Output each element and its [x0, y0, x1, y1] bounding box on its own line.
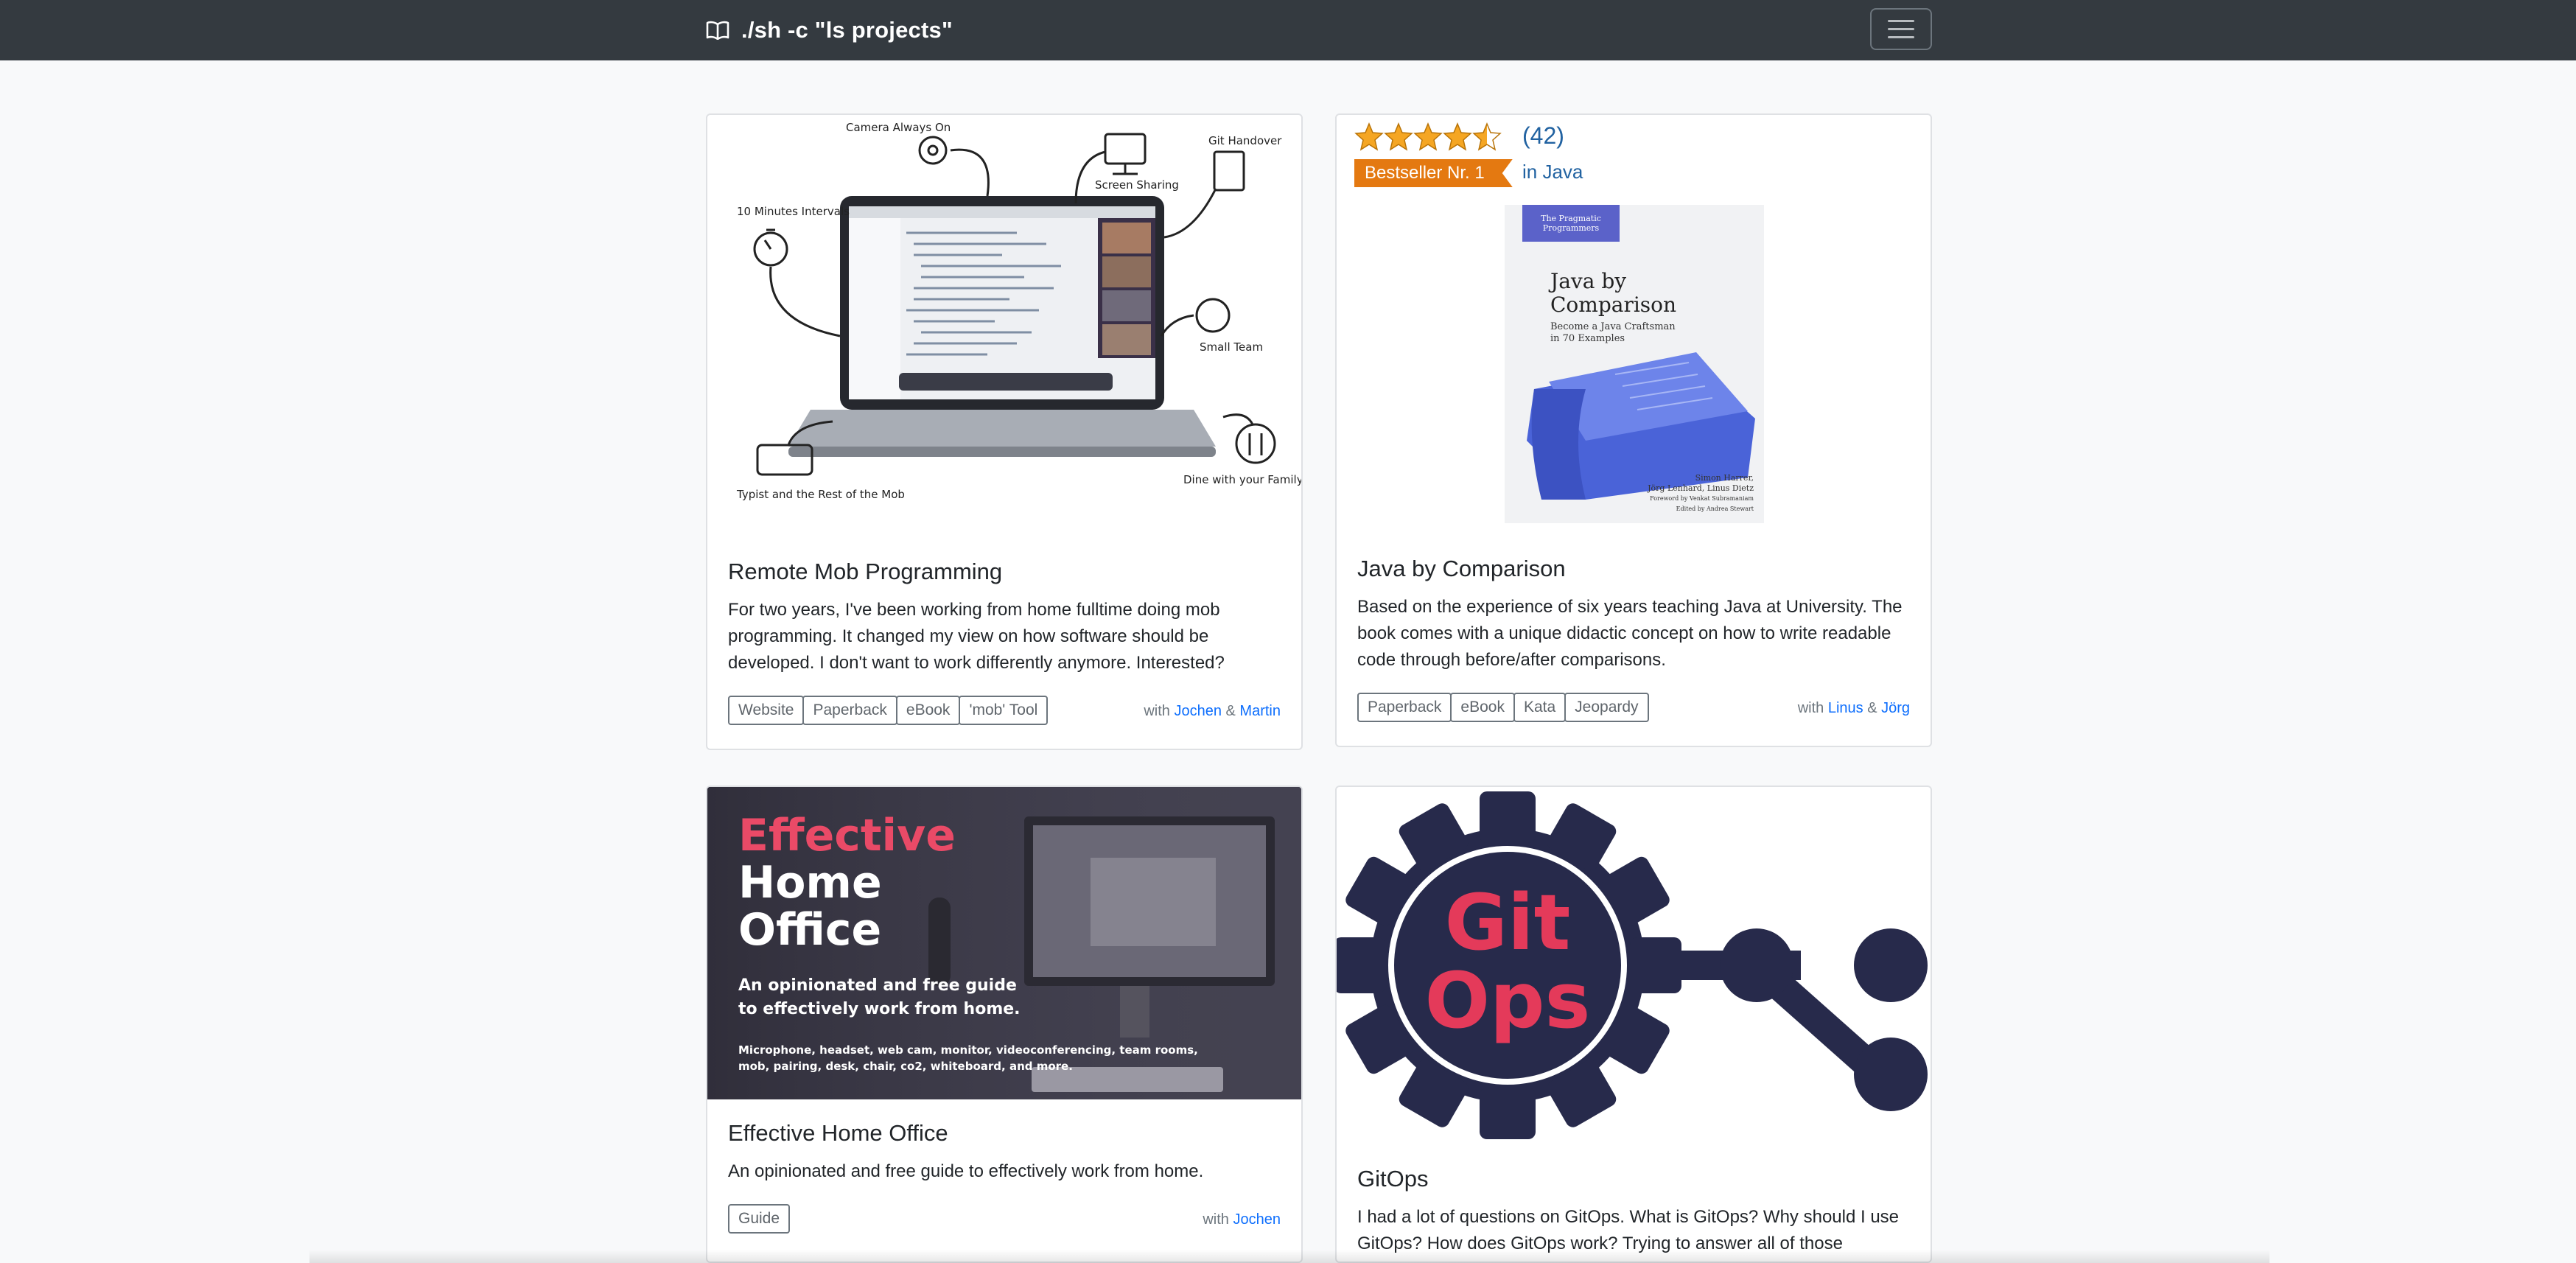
project-card-gitops: Git Ops GitOps I had a lot of questions … [1335, 786, 1932, 1263]
banner-word-effective: Effective [738, 810, 956, 861]
author-link-jochen[interactable]: Jochen [1174, 703, 1222, 719]
author-link-jochen[interactable]: Jochen [1233, 1211, 1281, 1228]
tag-jeopardy[interactable]: Jeopardy [1564, 693, 1649, 722]
label-small-team: Small Team [1200, 340, 1263, 354]
book-icon [706, 21, 729, 40]
banner-word-office: Office [738, 904, 882, 956]
card-title[interactable]: Java by Comparison [1357, 556, 1566, 582]
star-icons [1355, 123, 1501, 150]
mob-programming-illustration: Camera Always On Git Handover Screen Sha… [736, 121, 1301, 501]
hamburger-icon [1888, 20, 1914, 22]
label-10-minutes-intervals: 10 Minutes Intervals [737, 205, 850, 218]
authors-line: with Jochen & Martin [1144, 703, 1281, 719]
author-link-linus[interactable]: Linus [1828, 700, 1863, 716]
label-git-handover: Git Handover [1208, 134, 1282, 147]
card-title[interactable]: GitOps [1357, 1166, 1428, 1192]
label-screen-sharing: Screen Sharing [1095, 178, 1179, 192]
tag-mob-tool[interactable]: 'mob' Tool [959, 696, 1049, 725]
brand-title: ./sh -c "ls projects" [741, 17, 953, 43]
author-link-joerg[interactable]: Jörg [1881, 700, 1910, 716]
rating-count-link[interactable]: (42) [1522, 122, 1564, 150]
card-image[interactable]: Camera Always On Git Handover Screen Sha… [707, 115, 1301, 528]
gitops-logo-git: Git [1445, 878, 1571, 968]
tag-paperback[interactable]: Paperback [1357, 693, 1452, 722]
gitops-logo-ops: Ops [1425, 956, 1591, 1046]
gitops-logo: Git Ops [1337, 791, 1928, 1139]
card-title[interactable]: Effective Home Office [728, 1120, 948, 1147]
label-typist: Typist and the Rest of the Mob [736, 488, 905, 501]
tag-group: Website Paperback eBook 'mob' Tool [728, 696, 1049, 725]
tag-group: Guide [728, 1204, 791, 1234]
tag-website[interactable]: Website [728, 696, 805, 725]
top-navbar: ./sh -c "ls projects" [0, 0, 2576, 60]
tag-paperback[interactable]: Paperback [802, 696, 897, 725]
card-description: An opinionated and free guide to effecti… [728, 1161, 1204, 1181]
banner-word-home: Home [738, 857, 882, 909]
label-camera-always-on: Camera Always On [846, 121, 951, 134]
card-description: Based on the experience of six years tea… [1357, 597, 1903, 670]
book-cover[interactable]: The Pragmatic Programmers Java by Compar… [1505, 205, 1764, 523]
viewport-bottom-shadow [309, 1250, 2269, 1263]
tag-ebook[interactable]: eBook [1450, 693, 1515, 722]
star-rating[interactable] [1354, 122, 1502, 152]
project-card-effective-home-office: Effective Home Office An opinionated and… [706, 786, 1303, 1263]
card-image[interactable]: Effective Home Office An opinionated and… [707, 787, 1301, 1099]
bestseller-badge: Bestseller Nr. 1 [1354, 159, 1513, 187]
label-dine-with-family: Dine with your Family [1183, 473, 1301, 486]
tag-guide[interactable]: Guide [728, 1204, 791, 1234]
project-card-java-by-comparison: (42) Bestseller Nr. 1 in Java The Pragma… [1335, 113, 1932, 747]
navbar-toggle-button[interactable] [1870, 8, 1932, 50]
tag-ebook[interactable]: eBook [895, 696, 961, 725]
tag-kata[interactable]: Kata [1513, 693, 1567, 722]
project-card-remote-mob-programming: Camera Always On Git Handover Screen Sha… [706, 113, 1303, 750]
banner-items-line2: mob, pairing, desk, chair, co2, whiteboa… [738, 1060, 1073, 1073]
bestseller-category-link[interactable]: in Java [1522, 161, 1583, 183]
banner-tagline-line1: An opinionated and free guide [738, 976, 1017, 995]
card-description: For two years, I've been working from ho… [728, 600, 1225, 673]
author-link-martin[interactable]: Martin [1239, 703, 1281, 719]
banner-items-line1: Microphone, headset, web cam, monitor, v… [738, 1043, 1198, 1057]
banner-tagline-line2: to effectively work from home. [738, 1000, 1021, 1018]
tag-group: Paperback eBook Kata Jeopardy [1357, 693, 1649, 722]
authors-line: with Linus & Jörg [1797, 700, 1910, 716]
card-image[interactable]: Git Ops [1337, 787, 1931, 1144]
card-title[interactable]: Remote Mob Programming [728, 559, 1002, 585]
brand-link[interactable]: ./sh -c "ls projects" [706, 0, 953, 60]
authors-line: with Jochen [1203, 1211, 1281, 1228]
